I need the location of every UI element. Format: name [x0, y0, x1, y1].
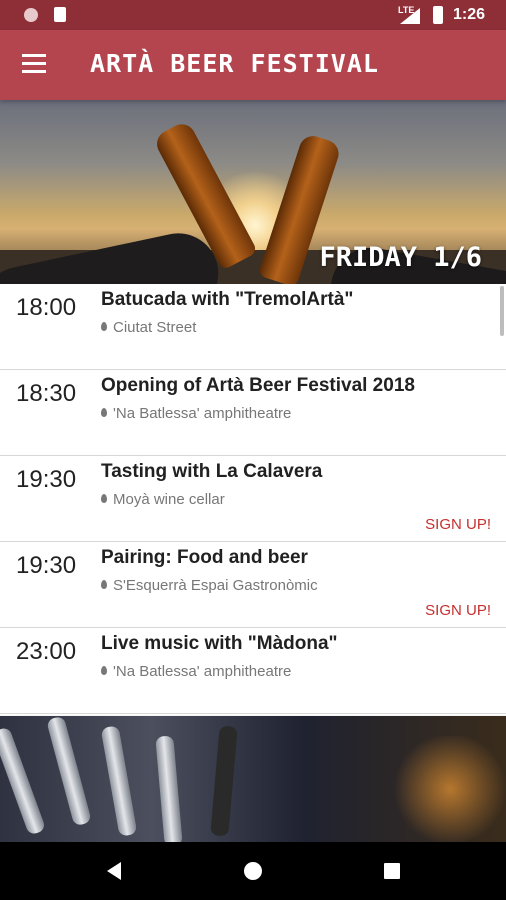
beer-tap [46, 716, 92, 827]
beer-tap [155, 735, 183, 842]
sign-up-link[interactable]: SIGN UP! [425, 602, 491, 619]
event-location-text: 'Na Batlessa' amphitheatre [113, 405, 292, 422]
event-time: 19:30 [16, 466, 77, 493]
back-icon[interactable] [107, 862, 121, 880]
event-item[interactable]: 19:30 Tasting with La Calavera Moyà wine… [0, 456, 506, 542]
hero-image-beer-taps [0, 716, 506, 842]
beer-tap [210, 725, 238, 837]
event-location: S'Esquerrà Espai Gastronòmic [101, 577, 318, 594]
sign-up-link[interactable]: SIGN UP! [425, 516, 491, 533]
home-icon[interactable] [244, 862, 262, 880]
beer-tap [100, 725, 138, 837]
event-time: 18:30 [16, 380, 77, 407]
event-location: 'Na Batlessa' amphitheatre [101, 663, 291, 680]
location-pin-icon [101, 666, 107, 675]
event-item[interactable]: 18:30 Opening of Artà Beer Festival 2018… [0, 370, 506, 456]
status-bar: LTE 1:26 [0, 0, 506, 30]
app-title: Artà Beer Festival [90, 49, 379, 78]
event-title: Opening of Artà Beer Festival 2018 [101, 375, 415, 396]
hero-image-beer-toast: Friday 1/6 [0, 100, 506, 284]
system-nav-bar [0, 842, 506, 900]
event-time: 23:00 [16, 638, 77, 665]
bar-light [390, 736, 506, 842]
event-time: 18:00 [16, 294, 77, 321]
event-title: Pairing: Food and beer [101, 547, 308, 568]
event-location-text: Ciutat Street [113, 319, 197, 336]
event-item[interactable]: 19:30 Pairing: Food and beer S'Esquerrà … [0, 542, 506, 628]
location-pin-icon [101, 408, 107, 417]
event-list: 18:00 Batucada with "TremolArtà" Ciutat … [0, 284, 506, 715]
recent-apps-icon[interactable] [384, 863, 400, 879]
event-time: 19:30 [16, 552, 77, 579]
scrollbar[interactable] [500, 286, 504, 336]
event-item[interactable]: 18:00 Batucada with "TremolArtà" Ciutat … [0, 284, 506, 370]
event-location-text: 'Na Batlessa' amphitheatre [113, 663, 292, 680]
event-location-text: Moyà wine cellar [113, 491, 225, 508]
app-bar: Artà Beer Festival [0, 30, 506, 100]
event-location: Ciutat Street [101, 319, 196, 336]
event-location: 'Na Batlessa' amphitheatre [101, 405, 291, 422]
battery-icon [433, 6, 443, 24]
location-pin-icon [101, 322, 107, 331]
location-pin-icon [101, 580, 107, 589]
event-title: Tasting with La Calavera [101, 461, 323, 482]
day-label: Friday 1/6 [319, 242, 482, 273]
signal-icon [400, 8, 420, 24]
location-pin-icon [101, 494, 107, 503]
menu-icon[interactable] [22, 54, 46, 74]
sd-card-icon [54, 7, 66, 22]
event-location-text: S'Esquerrà Espai Gastronòmic [113, 577, 318, 594]
notification-icon [24, 8, 38, 22]
status-time: 1:26 [453, 6, 486, 23]
event-location: Moyà wine cellar [101, 491, 225, 508]
event-item[interactable]: 23:00 Live music with "Màdona" 'Na Batle… [0, 628, 506, 714]
event-title: Batucada with "TremolArtà" [101, 289, 354, 310]
beer-tap [0, 726, 47, 836]
event-title: Live music with "Màdona" [101, 633, 338, 654]
